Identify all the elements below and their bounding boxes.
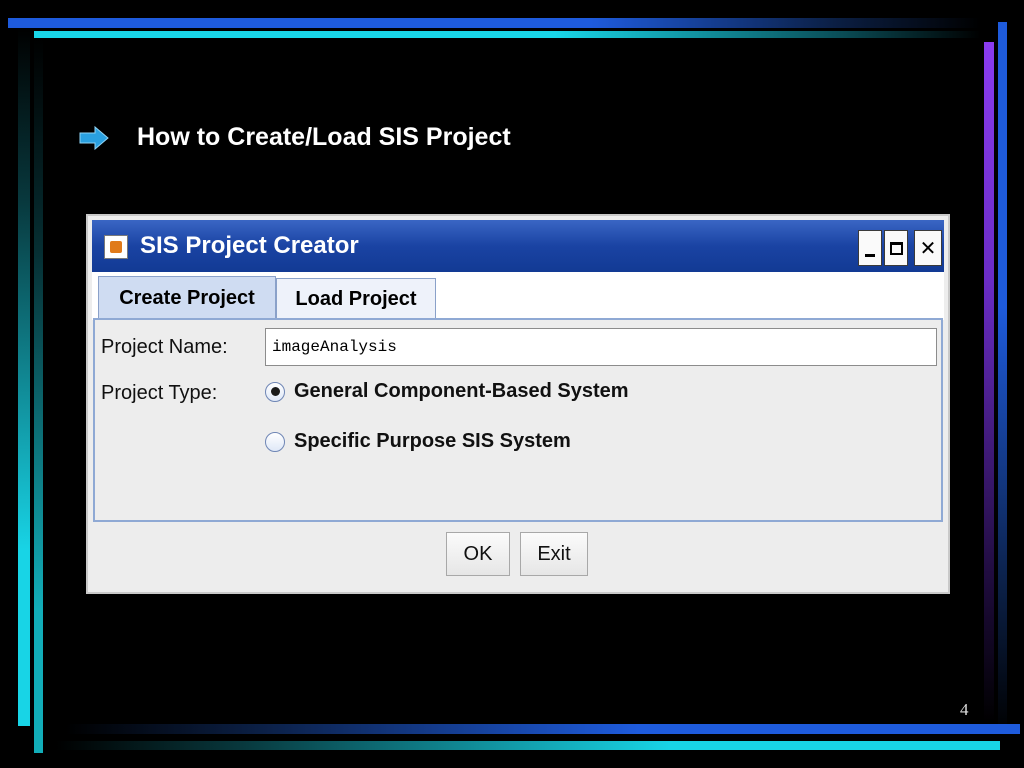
left-cyan-bar: [18, 28, 30, 726]
radio-unselected-icon[interactable]: [265, 431, 285, 452]
slide-title: How to Create/Load SIS Project: [137, 123, 511, 151]
project-creator-window: SIS Project Creator ✕ Create Project Loa…: [86, 214, 950, 594]
page-number: 4: [960, 700, 969, 719]
java-cup-icon: [104, 235, 128, 259]
slide-heading: How to Create/Load SIS Project: [78, 123, 511, 152]
tab-strip: Create Project Load Project: [92, 272, 944, 320]
radio-specific-label: Specific Purpose SIS System: [294, 430, 571, 452]
radio-general-label: General Component-Based System: [294, 380, 629, 402]
radio-selected-icon[interactable]: [265, 381, 285, 402]
minimize-icon: [865, 253, 875, 257]
window-title: SIS Project Creator: [140, 232, 359, 259]
close-button[interactable]: ✕: [914, 230, 942, 266]
close-icon: ✕: [919, 236, 937, 260]
tab-load-project[interactable]: Load Project: [276, 278, 436, 320]
ok-button[interactable]: OK: [446, 532, 510, 576]
minimize-button[interactable]: [858, 230, 882, 266]
project-type-label: Project Type:: [101, 382, 218, 404]
top-cyan-bar: [34, 31, 980, 38]
maximize-button[interactable]: [884, 230, 908, 266]
top-blue-bar: [8, 18, 980, 28]
tab-create-project[interactable]: Create Project: [98, 276, 276, 320]
create-project-panel: Project Name: Project Type: General Comp…: [93, 318, 943, 522]
left-teal-bar: [34, 38, 43, 753]
bottom-cyan-bar: [56, 741, 1000, 750]
bottom-blue-bar: [66, 724, 1020, 734]
arrow-right-icon: [79, 125, 109, 150]
maximize-icon: [889, 241, 903, 255]
right-blue-bar: [998, 22, 1007, 734]
project-name-label: Project Name:: [101, 336, 228, 358]
project-name-input[interactable]: [265, 328, 937, 366]
right-purple-bar: [984, 42, 994, 722]
radio-specific-purpose[interactable]: Specific Purpose SIS System: [265, 430, 571, 453]
radio-general-component[interactable]: General Component-Based System: [265, 380, 629, 403]
title-bar[interactable]: SIS Project Creator ✕: [92, 220, 944, 272]
exit-button[interactable]: Exit: [520, 532, 588, 576]
